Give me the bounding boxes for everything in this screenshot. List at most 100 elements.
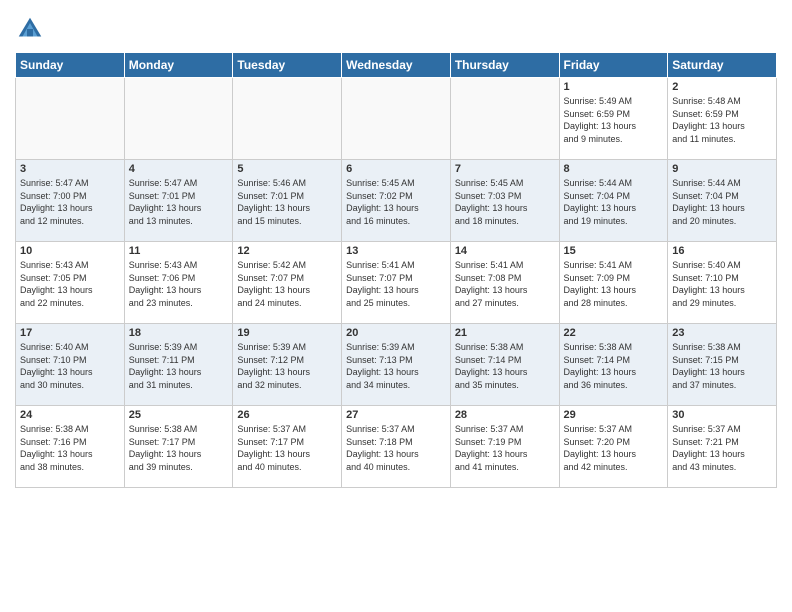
day-number: 12	[237, 245, 337, 257]
calendar-cell-2-6: 8 Sunrise: 5:44 AM Sunset: 7:04 PM Daylig…	[559, 160, 668, 242]
day-number: 25	[129, 409, 229, 421]
calendar-cell-5-6: 29 Sunrise: 5:37 AM Sunset: 7:20 PM Dayli…	[559, 406, 668, 488]
day-info: Sunrise: 5:46 AM Sunset: 7:01 PM Dayligh…	[237, 177, 337, 227]
calendar-cell-3-1: 10 Sunrise: 5:43 AM Sunset: 7:05 PM Dayli…	[16, 242, 125, 324]
day-number: 16	[672, 245, 772, 257]
calendar-cell-4-3: 19Sunrise: 5:39 AM Sunset: 7:12 PM Dayli…	[233, 324, 342, 406]
calendar-cell-4-5: 21 Sunrise: 5:38 AM Sunset: 7:14 PM Dayli…	[450, 324, 559, 406]
calendar-week-4: 17 Sunrise: 5:40 AM Sunset: 7:10 PM Dayli…	[16, 324, 777, 406]
calendar-cell-3-2: 11 Sunrise: 5:43 AM Sunset: 7:06 PM Dayli…	[124, 242, 233, 324]
calendar-cell-4-1: 17 Sunrise: 5:40 AM Sunset: 7:10 PM Dayli…	[16, 324, 125, 406]
calendar-cell-2-7: 9 Sunrise: 5:44 AM Sunset: 7:04 PM Daylig…	[668, 160, 777, 242]
day-info: Sunrise: 5:38 AM Sunset: 7:17 PM Dayligh…	[129, 423, 229, 473]
calendar-cell-2-1: 3 Sunrise: 5:47 AM Sunset: 7:00 PM Daylig…	[16, 160, 125, 242]
day-info: Sunrise: 5:47 AM Sunset: 7:00 PM Dayligh…	[20, 177, 120, 227]
calendar-header-monday: Monday	[124, 53, 233, 78]
day-number: 28	[455, 409, 555, 421]
day-number: 24	[20, 409, 120, 421]
day-info: Sunrise: 5:43 AM Sunset: 7:06 PM Dayligh…	[129, 259, 229, 309]
calendar-cell-5-5: 28 Sunrise: 5:37 AM Sunset: 7:19 PM Dayli…	[450, 406, 559, 488]
page: SundayMondayTuesdayWednesdayThursdayFrid…	[0, 0, 792, 612]
calendar-cell-2-5: 7 Sunrise: 5:45 AM Sunset: 7:03 PM Daylig…	[450, 160, 559, 242]
day-info: Sunrise: 5:40 AM Sunset: 7:10 PM Dayligh…	[672, 259, 772, 309]
day-number: 9	[672, 163, 772, 175]
calendar-cell-3-5: 14Sunrise: 5:41 AM Sunset: 7:08 PM Dayli…	[450, 242, 559, 324]
day-number: 27	[346, 409, 446, 421]
day-number: 8	[564, 163, 664, 175]
calendar-cell-1-3	[233, 78, 342, 160]
day-info: Sunrise: 5:45 AM Sunset: 7:02 PM Dayligh…	[346, 177, 446, 227]
day-number: 17	[20, 327, 120, 339]
day-info: Sunrise: 5:49 AM Sunset: 6:59 PM Dayligh…	[564, 95, 664, 145]
calendar-cell-2-2: 4 Sunrise: 5:47 AM Sunset: 7:01 PM Daylig…	[124, 160, 233, 242]
calendar-cell-2-4: 6Sunrise: 5:45 AM Sunset: 7:02 PM Daylig…	[342, 160, 451, 242]
day-number: 19	[237, 327, 337, 339]
calendar-header-tuesday: Tuesday	[233, 53, 342, 78]
calendar-header-sunday: Sunday	[16, 53, 125, 78]
day-number: 26	[237, 409, 337, 421]
day-info: Sunrise: 5:37 AM Sunset: 7:19 PM Dayligh…	[455, 423, 555, 473]
day-info: Sunrise: 5:39 AM Sunset: 7:13 PM Dayligh…	[346, 341, 446, 391]
day-info: Sunrise: 5:44 AM Sunset: 7:04 PM Dayligh…	[564, 177, 664, 227]
day-number: 30	[672, 409, 772, 421]
calendar-cell-4-6: 22 Sunrise: 5:38 AM Sunset: 7:14 PM Dayli…	[559, 324, 668, 406]
day-info: Sunrise: 5:38 AM Sunset: 7:14 PM Dayligh…	[564, 341, 664, 391]
calendar-header-friday: Friday	[559, 53, 668, 78]
day-info: Sunrise: 5:38 AM Sunset: 7:16 PM Dayligh…	[20, 423, 120, 473]
day-number: 15	[564, 245, 664, 257]
day-number: 2	[672, 81, 772, 93]
day-number: 7	[455, 163, 555, 175]
day-info: Sunrise: 5:48 AM Sunset: 6:59 PM Dayligh…	[672, 95, 772, 145]
calendar-cell-5-2: 25 Sunrise: 5:38 AM Sunset: 7:17 PM Dayli…	[124, 406, 233, 488]
calendar-cell-3-3: 12Sunrise: 5:42 AM Sunset: 7:07 PM Dayli…	[233, 242, 342, 324]
calendar-cell-1-6: 1Sunrise: 5:49 AM Sunset: 6:59 PM Daylig…	[559, 78, 668, 160]
day-number: 11	[129, 245, 229, 257]
calendar-week-5: 24 Sunrise: 5:38 AM Sunset: 7:16 PM Dayli…	[16, 406, 777, 488]
calendar-cell-4-7: 23Sunrise: 5:38 AM Sunset: 7:15 PM Dayli…	[668, 324, 777, 406]
day-number: 4	[129, 163, 229, 175]
day-number: 3	[20, 163, 120, 175]
calendar-cell-5-4: 27Sunrise: 5:37 AM Sunset: 7:18 PM Dayli…	[342, 406, 451, 488]
day-number: 13	[346, 245, 446, 257]
logo	[15, 14, 49, 44]
calendar-header-row: SundayMondayTuesdayWednesdayThursdayFrid…	[16, 53, 777, 78]
day-number: 22	[564, 327, 664, 339]
calendar-header-thursday: Thursday	[450, 53, 559, 78]
calendar-cell-3-7: 16 Sunrise: 5:40 AM Sunset: 7:10 PM Dayli…	[668, 242, 777, 324]
calendar-header-wednesday: Wednesday	[342, 53, 451, 78]
calendar-cell-4-4: 20 Sunrise: 5:39 AM Sunset: 7:13 PM Dayli…	[342, 324, 451, 406]
day-info: Sunrise: 5:41 AM Sunset: 7:09 PM Dayligh…	[564, 259, 664, 309]
logo-icon	[15, 14, 45, 44]
day-info: Sunrise: 5:40 AM Sunset: 7:10 PM Dayligh…	[20, 341, 120, 391]
day-info: Sunrise: 5:44 AM Sunset: 7:04 PM Dayligh…	[672, 177, 772, 227]
day-number: 23	[672, 327, 772, 339]
calendar-cell-1-7: 2 Sunrise: 5:48 AM Sunset: 6:59 PM Daylig…	[668, 78, 777, 160]
day-number: 29	[564, 409, 664, 421]
day-number: 5	[237, 163, 337, 175]
calendar-cell-3-4: 13Sunrise: 5:41 AM Sunset: 7:07 PM Dayli…	[342, 242, 451, 324]
calendar-cell-3-6: 15 Sunrise: 5:41 AM Sunset: 7:09 PM Dayli…	[559, 242, 668, 324]
calendar-cell-1-5	[450, 78, 559, 160]
calendar-header-saturday: Saturday	[668, 53, 777, 78]
day-info: Sunrise: 5:38 AM Sunset: 7:14 PM Dayligh…	[455, 341, 555, 391]
calendar-cell-2-3: 5 Sunrise: 5:46 AM Sunset: 7:01 PM Daylig…	[233, 160, 342, 242]
day-number: 10	[20, 245, 120, 257]
day-number: 18	[129, 327, 229, 339]
calendar-cell-1-2	[124, 78, 233, 160]
header	[15, 10, 777, 44]
calendar-cell-4-2: 18Sunrise: 5:39 AM Sunset: 7:11 PM Dayli…	[124, 324, 233, 406]
day-info: Sunrise: 5:37 AM Sunset: 7:17 PM Dayligh…	[237, 423, 337, 473]
day-info: Sunrise: 5:37 AM Sunset: 7:20 PM Dayligh…	[564, 423, 664, 473]
calendar-cell-1-4	[342, 78, 451, 160]
day-info: Sunrise: 5:41 AM Sunset: 7:08 PM Dayligh…	[455, 259, 555, 309]
calendar-cell-5-7: 30 Sunrise: 5:37 AM Sunset: 7:21 PM Dayli…	[668, 406, 777, 488]
calendar-table: SundayMondayTuesdayWednesdayThursdayFrid…	[15, 52, 777, 488]
calendar-week-1: 1Sunrise: 5:49 AM Sunset: 6:59 PM Daylig…	[16, 78, 777, 160]
calendar-week-3: 10 Sunrise: 5:43 AM Sunset: 7:05 PM Dayli…	[16, 242, 777, 324]
day-info: Sunrise: 5:45 AM Sunset: 7:03 PM Dayligh…	[455, 177, 555, 227]
day-info: Sunrise: 5:43 AM Sunset: 7:05 PM Dayligh…	[20, 259, 120, 309]
day-info: Sunrise: 5:37 AM Sunset: 7:21 PM Dayligh…	[672, 423, 772, 473]
day-number: 20	[346, 327, 446, 339]
day-number: 21	[455, 327, 555, 339]
day-info: Sunrise: 5:47 AM Sunset: 7:01 PM Dayligh…	[129, 177, 229, 227]
